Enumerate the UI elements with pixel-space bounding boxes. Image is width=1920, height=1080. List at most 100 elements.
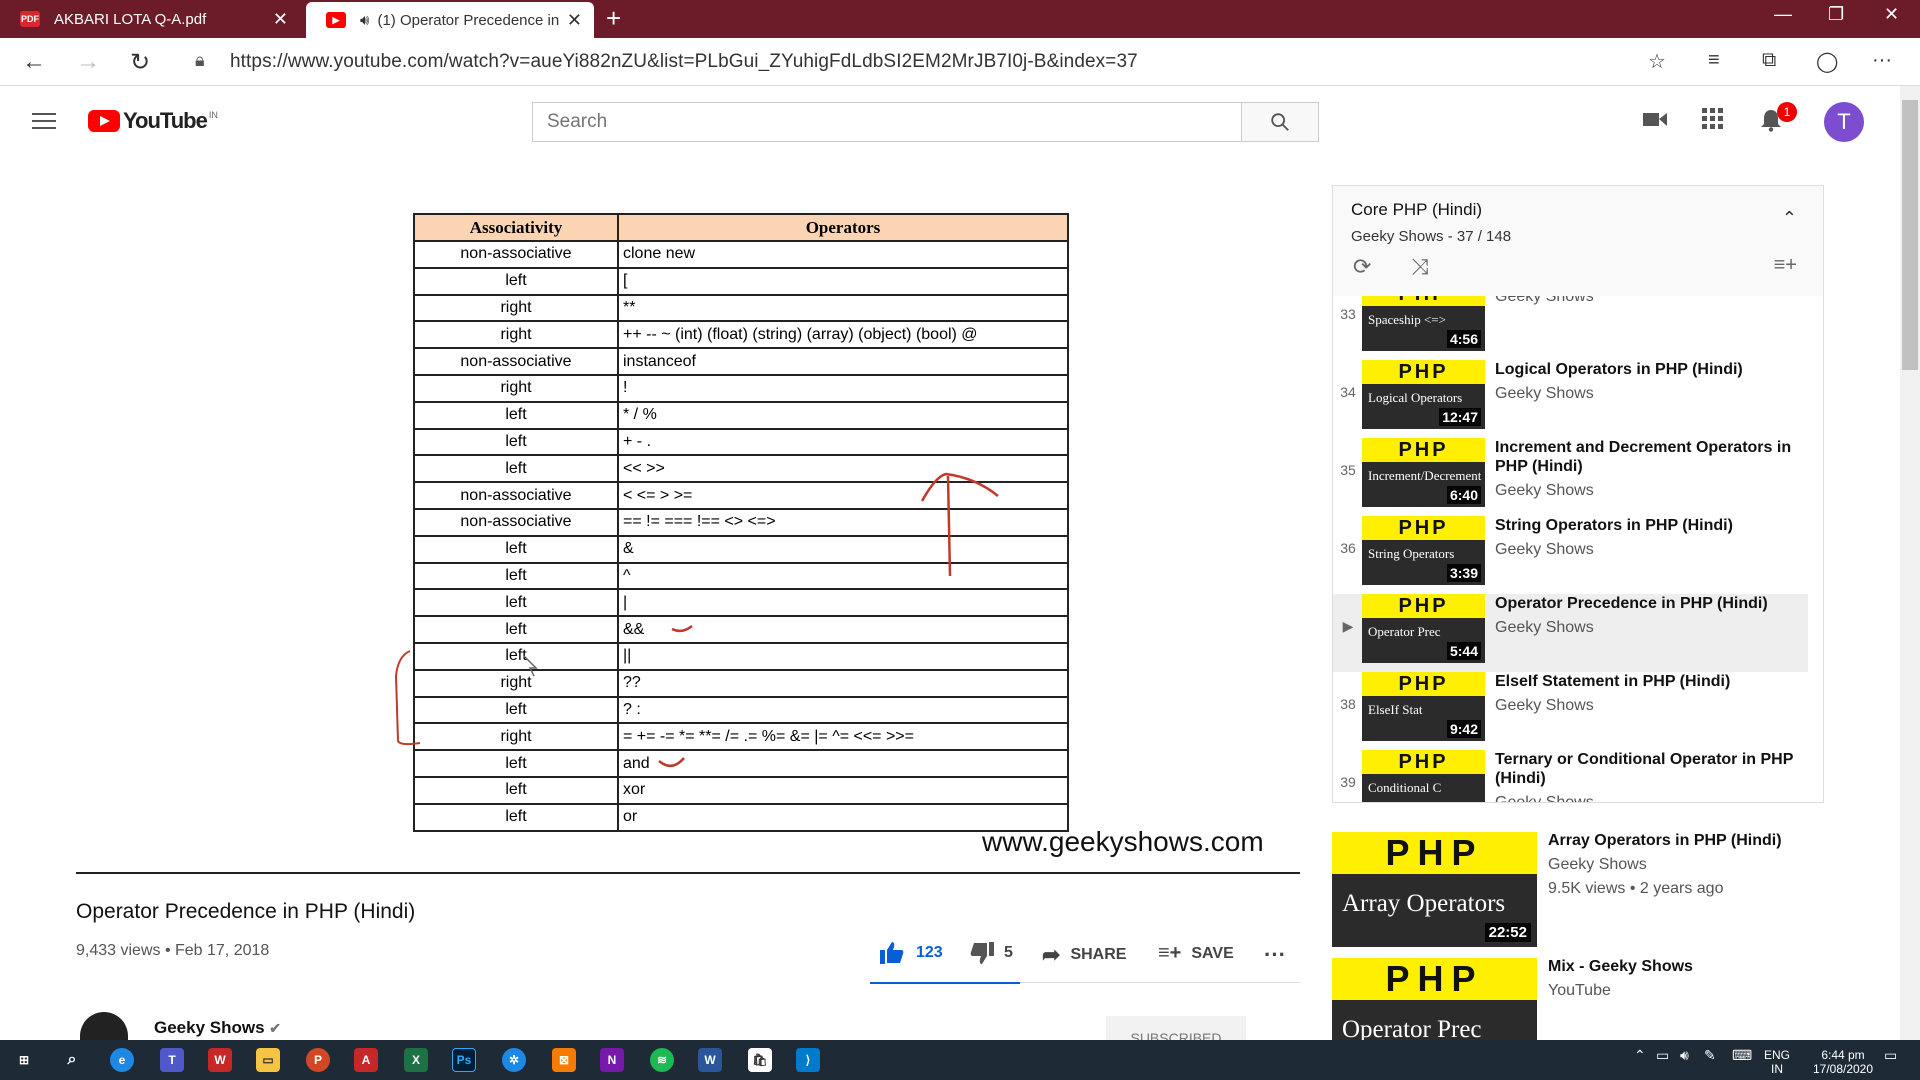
pen-annotations (394, 472, 999, 767)
search-input[interactable] (532, 102, 1242, 142)
playlist-video-channel: Geeky Shows (1495, 482, 1594, 499)
thumbnail-banner: PHP (1332, 832, 1537, 874)
playlist-video-title[interactable]: Operator Precedence in PHP (Hindi) (1495, 594, 1805, 613)
network-icon[interactable]: ▭ (1656, 1048, 1669, 1062)
arrow-up-annotation (946, 475, 952, 577)
region-label: IN (1771, 1062, 1783, 1076)
pen-icon[interactable]: ✎ (1704, 1048, 1716, 1062)
profile-icon[interactable]: ◯ (1816, 49, 1838, 74)
collections-icon[interactable]: ⧉ (1762, 49, 1776, 72)
store-icon[interactable]: 🛍︎ (748, 1048, 772, 1072)
keyboard-icon[interactable]: ⌨ (1732, 1048, 1752, 1062)
close-icon[interactable]: ✕ (567, 10, 582, 31)
window-close-button[interactable]: ✕ (1884, 4, 1899, 25)
save-button[interactable]: ≡+ SAVE (1158, 942, 1234, 965)
collapse-chevron-icon[interactable]: ⌃ (1782, 208, 1797, 229)
video-thumbnail[interactable]: PHP String Operators 3:39 (1362, 516, 1485, 585)
playlist-item[interactable]: 36 PHP String Operators 3:39 String Operator… (1333, 516, 1808, 594)
vscode-icon[interactable]: ⟩ (796, 1048, 820, 1072)
playlist-item[interactable]: 33 PHP Spaceship <=>4:56 Geeky Shows (1333, 296, 1808, 360)
more-icon[interactable]: ··· (1872, 49, 1892, 72)
maximize-button[interactable]: ❐ (1828, 4, 1844, 25)
new-tab-button[interactable]: + (606, 3, 621, 34)
playlist-video-title[interactable]: String Operators in PHP (Hindi) (1495, 516, 1805, 535)
forward-icon[interactable]: → (76, 48, 100, 76)
video-player[interactable]: Associativity Operators non-associative c… (76, 186, 1300, 874)
search-icon[interactable]: ⌕ (60, 1048, 84, 1072)
share-button[interactable]: ➦ SHARE (1042, 942, 1126, 968)
recommended-video[interactable]: PHP Array Operators 22:52 Array Operators i… (1332, 832, 1822, 952)
playlist-title[interactable]: Core PHP (Hindi) (1351, 200, 1805, 220)
playlist-video-title[interactable]: Ternary or Conditional Operator in PHP (… (1495, 750, 1805, 788)
spotify-icon[interactable]: ≋ (650, 1048, 674, 1072)
video-thumbnail[interactable]: PHP Increment/Decrement 6:40 (1362, 438, 1485, 507)
video-thumbnail[interactable]: PHP Operator Prec 5:44 (1362, 594, 1485, 663)
speaker-icon[interactable]: 🔊︎ (360, 12, 369, 29)
video-thumbnail[interactable]: PHP Spaceship <=>4:56 (1362, 296, 1485, 351)
playlist-item[interactable]: 35 PHP Increment/Decrement 6:40 Increment an… (1333, 438, 1808, 516)
playlist-item[interactable]: 39 PHP Conditional C Ternary or Conditional… (1333, 750, 1808, 802)
tab-youtube[interactable]: ▶ 🔊︎ (1) Operator Precedence in ✕ (306, 2, 594, 38)
word-icon[interactable]: W (698, 1048, 722, 1072)
playlist-video-channel: Geeky Shows (1495, 296, 1594, 305)
favorite-star-icon[interactable]: ☆ (1648, 49, 1666, 74)
minimize-button[interactable]: — (1774, 4, 1792, 25)
playlist-video-title[interactable]: ElseIf Statement in PHP (Hindi) (1495, 672, 1805, 691)
tab-pdf[interactable]: PDF AKBARI LOTA Q-A.pdf ✕ (0, 0, 300, 38)
playlist-video-title[interactable]: Increment and Decrement Operators in PHP… (1495, 438, 1805, 476)
powerpoint-icon[interactable]: P (306, 1048, 330, 1072)
edge-browser-icon[interactable]: e (110, 1048, 134, 1072)
duration-badge: 6:40 (1446, 486, 1481, 504)
playlist-video-channel: Geeky Shows (1495, 697, 1594, 714)
close-icon[interactable]: ✕ (273, 9, 288, 30)
pdf-icon: PDF (20, 11, 40, 27)
dislike-button[interactable]: 5 (970, 942, 1013, 964)
playlist-item[interactable]: 38 PHP ElseIf Stat 9:42 ElseIf Statement in … (1333, 672, 1808, 750)
like-button[interactable]: 123 (880, 942, 943, 964)
teams-icon[interactable]: T (160, 1048, 184, 1072)
refresh-icon[interactable]: ↻ (130, 48, 150, 77)
back-icon[interactable]: ← (22, 48, 46, 76)
search-button[interactable] (1241, 102, 1319, 142)
video-thumbnail[interactable]: PHP Array Operators 22:52 (1332, 832, 1537, 947)
pdf-reader-icon[interactable]: A (354, 1048, 378, 1072)
tray-overflow-icon[interactable]: ⌃ (1634, 1048, 1646, 1062)
url-field[interactable]: https://www.youtube.com/watch?v=aueYi882… (230, 51, 1138, 73)
playlist-video-title[interactable]: Logical Operators in PHP (Hindi) (1495, 360, 1805, 379)
create-video-icon[interactable] (1642, 108, 1668, 137)
app-icon[interactable]: ✲ (502, 1048, 526, 1072)
excel-icon[interactable]: X (404, 1048, 428, 1072)
volume-icon[interactable]: 🔊︎ (1680, 1048, 1689, 1062)
video-thumbnail[interactable]: PHP Logical Operators 12:47 (1362, 360, 1485, 429)
cursor-icon (523, 655, 538, 677)
language-indicator[interactable]: ENG IN (1764, 1048, 1790, 1076)
photoshop-icon[interactable]: Ps (452, 1048, 476, 1072)
windows-start-icon[interactable]: ⊞ (12, 1048, 36, 1072)
video-thumbnail[interactable]: PHP Conditional C (1362, 750, 1485, 802)
recommended-title[interactable]: Array Operators in PHP (Hindi) (1548, 832, 1818, 850)
playlist-item[interactable]: 34 PHP Logical Operators 12:47 Logical Opera… (1333, 360, 1808, 438)
loop-icon[interactable]: ⟳ (1353, 254, 1371, 280)
onenote-icon[interactable]: N (600, 1048, 624, 1072)
recommended-title[interactable]: Mix - Geeky Shows (1548, 958, 1818, 976)
scrollbar-thumb[interactable] (1902, 100, 1918, 370)
channel-name[interactable]: Geeky Shows ✔ (154, 1018, 281, 1038)
file-explorer-icon[interactable]: ▭ (256, 1048, 280, 1072)
video-thumbnail[interactable]: PHP ElseIf Stat 9:42 (1362, 672, 1485, 741)
favorites-icon[interactable]: ≡ (1708, 49, 1720, 72)
apps-icon[interactable] (1702, 108, 1724, 137)
more-actions-icon[interactable]: ··· (1264, 942, 1286, 968)
shuffle-icon[interactable]: ⤨ (1411, 254, 1429, 280)
whatsapp-icon[interactable]: W (208, 1048, 232, 1072)
action-center-icon[interactable]: ▭ (1884, 1048, 1897, 1062)
youtube-logo[interactable]: YouTube IN (88, 108, 218, 134)
avatar[interactable]: T (1824, 102, 1864, 142)
menu-icon[interactable] (32, 113, 56, 134)
progress-bar[interactable] (76, 872, 1300, 874)
playlist-item[interactable]: ▶ PHP Operator Prec 5:44 Operator Precedence… (1333, 594, 1808, 672)
thumbs-down-icon (970, 942, 994, 964)
playlist-menu-icon[interactable]: ≡+ (1774, 254, 1797, 277)
xampp-icon[interactable]: ⊠ (552, 1048, 576, 1072)
clock[interactable]: 6:44 pm 17/08/2020 (1808, 1048, 1878, 1076)
duration-badge: 9:42 (1446, 720, 1481, 738)
